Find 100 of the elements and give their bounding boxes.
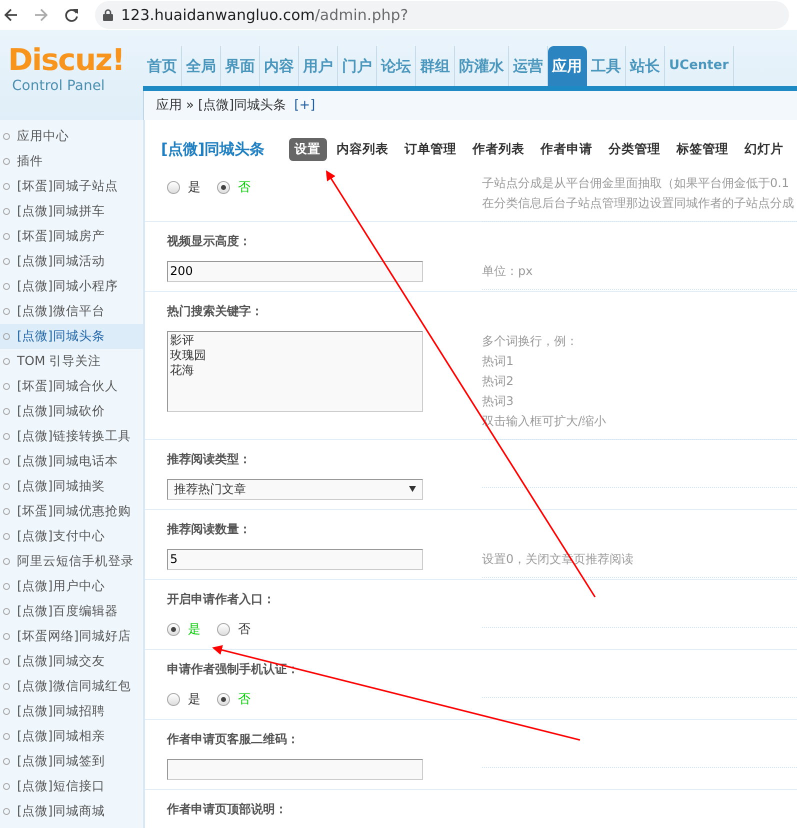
help-text: 热词2 bbox=[482, 372, 515, 390]
sub-tab[interactable]: 订单管理 bbox=[398, 138, 463, 161]
add-link[interactable]: [+] bbox=[294, 96, 316, 116]
sidebar-item[interactable]: [点微]同城签到 bbox=[0, 749, 143, 774]
sub-tab[interactable]: 作者申请 bbox=[534, 138, 599, 161]
breadcrumb-text: » bbox=[186, 96, 194, 115]
breadcrumb-text: 应用 bbox=[156, 96, 182, 115]
sidebar-item[interactable]: [点微]链接转换工具 bbox=[0, 424, 143, 449]
setting-label: 视频显示高度： bbox=[166, 232, 252, 250]
bullet-icon bbox=[3, 458, 10, 465]
radio-button[interactable] bbox=[167, 180, 180, 194]
bullet-icon bbox=[3, 733, 10, 740]
help-text: 子站点分成是从平台佣金里面抽取（如果平台佣金低于0.1 bbox=[482, 174, 790, 192]
bullet-icon bbox=[3, 283, 10, 290]
sidebar-item[interactable]: [坏蛋]同城优惠抢购 bbox=[0, 499, 143, 524]
sidebar-item[interactable]: [点微]同城商城 bbox=[0, 799, 143, 824]
sidebar-item[interactable]: [点微]短信接口 bbox=[0, 774, 143, 799]
text-field[interactable] bbox=[167, 758, 423, 780]
breadcrumb-text: [点微]同城头条 bbox=[198, 96, 286, 115]
bullet-icon bbox=[3, 583, 10, 590]
bullet-icon bbox=[3, 758, 10, 765]
bullet-icon bbox=[3, 708, 10, 715]
radio-label: 否 bbox=[238, 690, 251, 708]
bullet-icon bbox=[3, 308, 10, 315]
sidebar-item[interactable]: 插件 bbox=[0, 149, 143, 174]
setting-label: 热门搜索关键字： bbox=[166, 302, 264, 320]
sidebar-item[interactable]: [点微]同城拼车 bbox=[0, 199, 143, 224]
bullet-icon bbox=[3, 658, 10, 665]
sub-tab[interactable]: 内容列表 bbox=[330, 138, 395, 161]
sub-tab[interactable]: 幻灯片 bbox=[738, 138, 790, 161]
bullet-icon bbox=[3, 133, 10, 140]
bullet-icon bbox=[3, 683, 10, 690]
sidebar-item[interactable]: [点微]微信平台 bbox=[0, 299, 143, 324]
sidebar-item[interactable]: [坏蛋]同城房产 bbox=[0, 224, 143, 249]
bullet-icon bbox=[3, 358, 10, 365]
text-field[interactable]: 200 bbox=[167, 260, 423, 282]
bullet-icon bbox=[3, 408, 10, 415]
radio-button[interactable] bbox=[217, 622, 230, 636]
radio-button[interactable] bbox=[167, 622, 180, 636]
setting-label: 作者申请页客服二维码： bbox=[166, 730, 300, 748]
bullet-icon bbox=[3, 208, 10, 215]
sidebar-item[interactable]: [点微]同城招聘 bbox=[0, 699, 143, 724]
help-text: 热词3 bbox=[482, 392, 515, 410]
sidebar-item[interactable]: [点微]微信同城红包 bbox=[0, 674, 143, 699]
sidebar-item[interactable]: [点微]同城砍价 bbox=[0, 399, 143, 424]
bullet-icon bbox=[3, 258, 10, 265]
dropdown-arrow-icon bbox=[409, 486, 416, 492]
sidebar-item[interactable]: [点微]同城头条 bbox=[0, 324, 143, 349]
sub-tab[interactable]: 设置 bbox=[288, 138, 327, 161]
sidebar-item[interactable]: [点微]支付中心 bbox=[0, 524, 143, 549]
radio-label: 是 bbox=[188, 690, 201, 708]
radio-label: 否 bbox=[238, 178, 251, 196]
sub-tab[interactable]: 标签管理 bbox=[670, 138, 735, 161]
sidebar-item[interactable]: [点微]同城交友 bbox=[0, 649, 143, 674]
radio-label: 是 bbox=[188, 620, 201, 638]
setting-label: 作者申请页顶部说明： bbox=[166, 800, 288, 818]
sidebar-item[interactable]: [点微]同城抽奖 bbox=[0, 474, 143, 499]
sidebar-item[interactable]: [坏蛋]同城子站点 bbox=[0, 174, 143, 199]
radio-button[interactable] bbox=[217, 180, 230, 194]
sidebar-item[interactable]: 应用中心 bbox=[0, 124, 143, 149]
sidebar-item[interactable]: [坏蛋网络]同城好店 bbox=[0, 624, 143, 649]
sidebar-item[interactable]: [点微]同城电话本 bbox=[0, 449, 143, 474]
bullet-icon bbox=[3, 633, 10, 640]
bullet-icon bbox=[3, 433, 10, 440]
sidebar-item[interactable]: [点微]百度编辑器 bbox=[0, 599, 143, 624]
keywords-field[interactable]: 影评 玫瑰园 花海 bbox=[167, 330, 423, 412]
reload-icon[interactable] bbox=[64, 8, 79, 22]
radio-button[interactable] bbox=[217, 692, 230, 706]
lock-icon bbox=[103, 9, 113, 21]
sub-tab[interactable]: 作者列表 bbox=[466, 138, 531, 161]
sidebar-item[interactable]: TOM 引导关注 bbox=[0, 349, 143, 374]
setting-label: 推荐阅读类型： bbox=[166, 450, 252, 468]
setting-label: 推荐阅读数量： bbox=[166, 520, 252, 538]
bullet-icon bbox=[3, 483, 10, 490]
keyword-line: 影评 bbox=[170, 332, 195, 348]
sidebar-item[interactable]: [点微]同城相亲 bbox=[0, 724, 143, 749]
radio-button[interactable] bbox=[167, 692, 180, 706]
sidebar-item[interactable]: [点微]用户中心 bbox=[0, 574, 143, 599]
bullet-icon bbox=[3, 783, 10, 790]
sidebar-item[interactable]: [点微]同城小程序 bbox=[0, 274, 143, 299]
bullet-icon bbox=[3, 608, 10, 615]
sidebar-item[interactable]: 阿里云短信手机登录 bbox=[0, 549, 143, 574]
sidebar-item[interactable]: [点微]同城活动 bbox=[0, 249, 143, 274]
sidebar-item[interactable]: [坏蛋]同城合伙人 bbox=[0, 374, 143, 399]
select-field[interactable]: 推荐热门文章 bbox=[167, 478, 423, 500]
nav-tab[interactable]: 应用 bbox=[548, 46, 587, 86]
bullet-icon bbox=[3, 183, 10, 190]
sub-tab[interactable]: 分类管理 bbox=[602, 138, 667, 161]
logo-subtitle: Control Panel bbox=[12, 77, 105, 96]
help-text: 热词1 bbox=[482, 352, 515, 370]
keyword-line: 花海 bbox=[170, 362, 195, 378]
help-text: 单位：px bbox=[482, 262, 534, 280]
logo: Discuz! bbox=[8, 46, 124, 76]
address-bar[interactable]: 123.huaidanwangluo.com/admin.php? bbox=[95, 1, 789, 29]
bullet-icon bbox=[3, 558, 10, 565]
back-icon[interactable] bbox=[4, 8, 18, 22]
plugin-title: [点微]同城头条 bbox=[161, 139, 265, 160]
bullet-icon bbox=[3, 383, 10, 390]
bullet-icon bbox=[3, 158, 10, 165]
text-field[interactable]: 5 bbox=[167, 548, 423, 570]
